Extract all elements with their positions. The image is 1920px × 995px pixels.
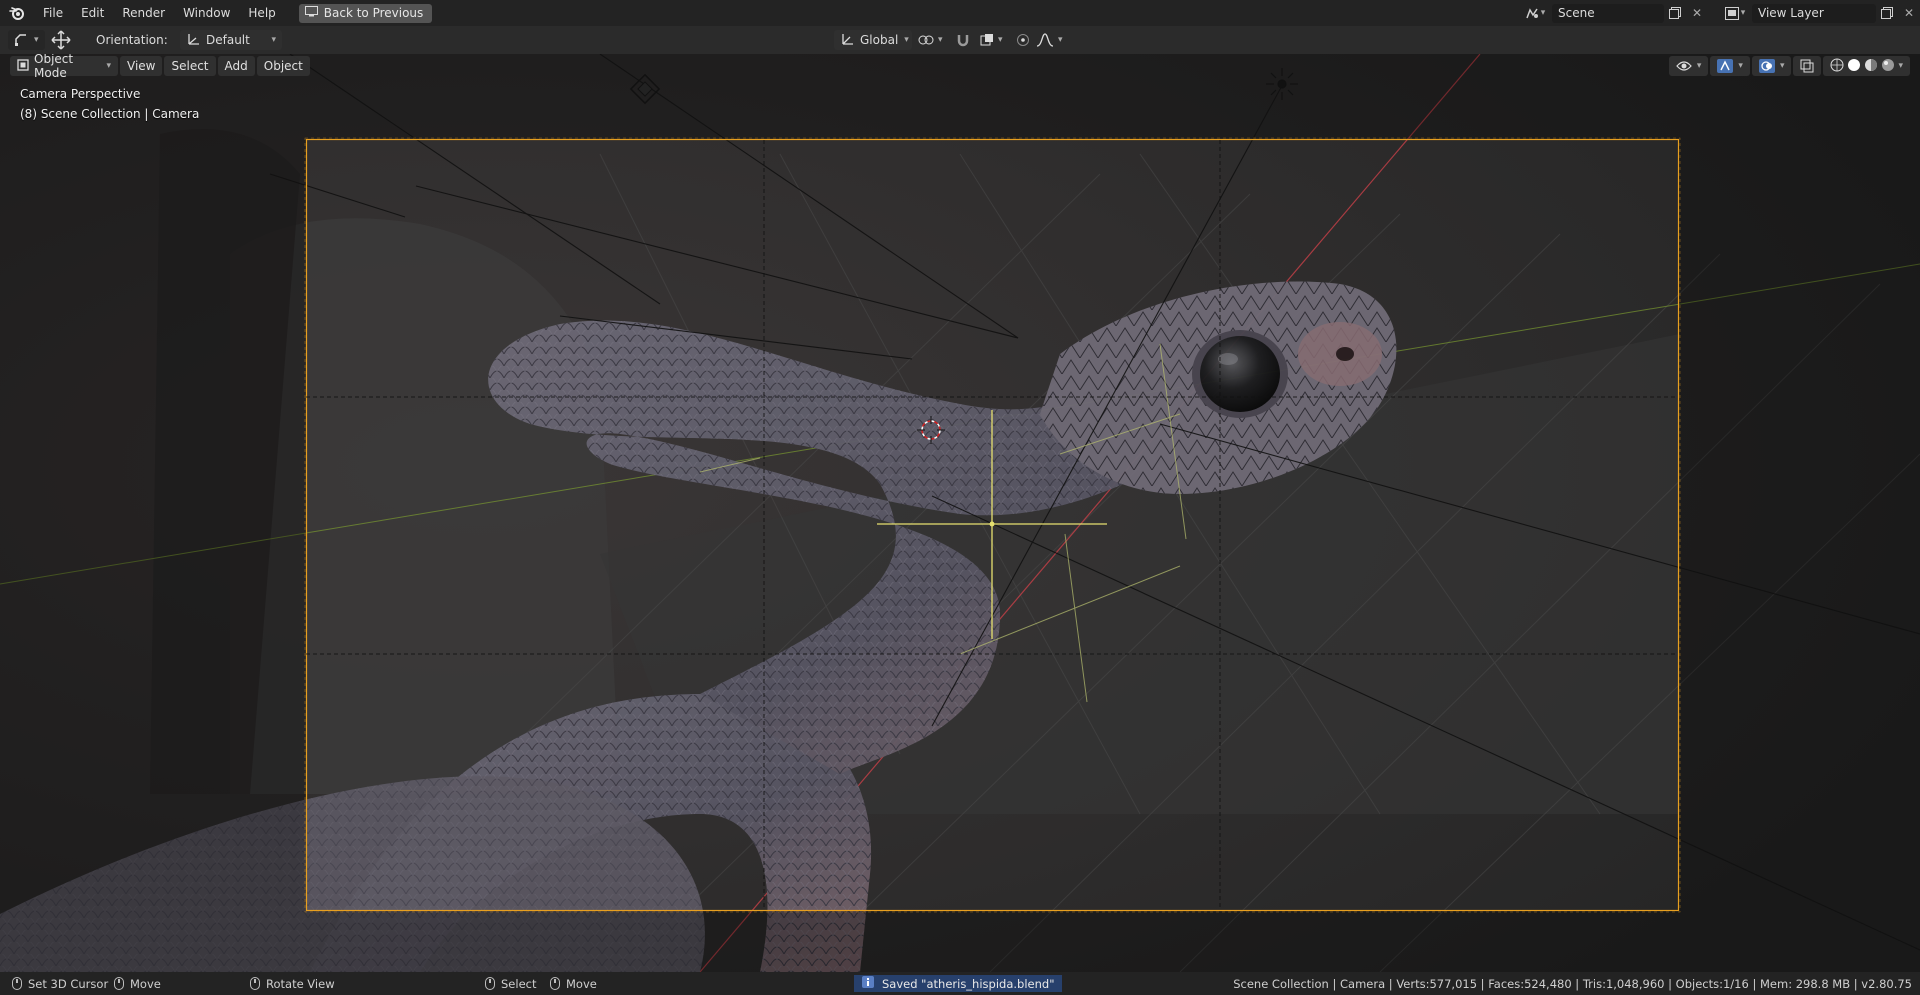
snap-element-icon[interactable]: ▾ — [980, 30, 1003, 50]
transform-orientation-dropdown[interactable]: Global ▾ — [834, 30, 912, 50]
mouse-left-icon — [485, 977, 495, 990]
object-mode-icon — [17, 58, 29, 74]
wireframe-shading-icon[interactable] — [1830, 58, 1844, 75]
snap-magnet-icon[interactable] — [956, 30, 970, 50]
mouse-middle-icon — [250, 977, 260, 990]
status-bar: Set 3D Cursor Move Rotate View Select Mo… — [0, 972, 1920, 995]
saved-report[interactable]: Saved "atheris_hispida.blend" — [854, 975, 1063, 992]
view-layer-field[interactable]: View Layer — [1752, 3, 1876, 23]
scene-name: Scene — [1558, 6, 1595, 20]
object-mode-dropdown[interactable]: Object Mode ▾ — [10, 54, 118, 80]
menu-window[interactable]: Window — [174, 0, 239, 26]
orientation-value: Default — [206, 33, 250, 47]
3d-viewport[interactable]: Object Mode ▾ View Select Add Object ▾ ▾… — [0, 54, 1920, 972]
hint-label: Select — [501, 976, 537, 991]
mouse-middle-icon — [114, 977, 124, 990]
tool-select-dropdown[interactable]: ▾ — [8, 30, 45, 50]
move-tool-icon[interactable] — [50, 30, 72, 50]
solid-shading-icon[interactable] — [1847, 58, 1861, 75]
shading-mode-buttons[interactable]: ▾ — [1823, 56, 1910, 76]
pivot-point-icon[interactable]: ▾ — [918, 30, 943, 50]
view-layer-browse-icon[interactable]: ▾ — [1718, 3, 1752, 23]
object-mode-label: Object Mode — [34, 54, 74, 80]
menu-edit[interactable]: Edit — [72, 0, 113, 26]
hint-label: Set 3D Cursor — [28, 976, 109, 991]
rendered-shading-icon[interactable] — [1881, 58, 1895, 75]
menu-help[interactable]: Help — [239, 0, 284, 26]
blender-logo-icon[interactable] — [0, 0, 34, 26]
scene-browse-icon[interactable]: ▾ — [1518, 3, 1552, 23]
orientation-dropdown[interactable]: Default ▾ — [180, 30, 282, 50]
mouse-left-icon — [12, 977, 22, 990]
hint-label: Move — [130, 976, 161, 991]
viewport-menu-object[interactable]: Object — [256, 56, 310, 76]
remove-scene-close-icon[interactable]: ✕ — [1686, 3, 1708, 23]
proportional-edit-icon[interactable] — [1016, 30, 1030, 50]
new-scene-icon[interactable] — [1664, 3, 1686, 23]
viewport-scene-canvas[interactable] — [0, 54, 1920, 972]
hint-set-3d-cursor: Set 3D Cursor — [12, 975, 108, 992]
collection-info-text: (8) Scene Collection | Camera — [20, 107, 200, 121]
visibility-eye-icon[interactable]: ▾ — [1668, 56, 1709, 76]
hint-label: Move — [566, 976, 597, 991]
remove-view-layer-close-icon[interactable]: ✕ — [1898, 3, 1920, 23]
falloff-curve-icon[interactable]: ▾ — [1036, 30, 1063, 50]
hint-move: Move — [114, 975, 161, 992]
info-icon — [862, 976, 874, 991]
scene-viewlayer-selectors: ▾ Scene ✕ ▾ View Layer ✕ — [1518, 0, 1920, 26]
hint-rotate-view: Rotate View — [250, 975, 335, 992]
gizmo-toggle-icon[interactable]: ▾ — [1710, 56, 1750, 76]
hint-label: Rotate View — [266, 976, 335, 991]
view-name-text: Camera Perspective — [20, 87, 141, 101]
hint-select: Select — [485, 975, 536, 992]
menu-file[interactable]: File — [34, 0, 72, 26]
viewport-menu-add[interactable]: Add — [217, 56, 255, 76]
screen-icon — [304, 6, 318, 20]
material-shading-icon[interactable] — [1864, 58, 1878, 75]
orientation-label: Orientation: — [96, 33, 168, 47]
viewport-header-left: Object Mode ▾ View Select Add Object — [10, 54, 312, 80]
back-to-previous-label: Back to Previous — [323, 6, 424, 20]
viewport-menu-select[interactable]: Select — [164, 56, 216, 76]
tool-settings-bar: ▾ Orientation: Default ▾ Global ▾ ▾ ▾ ▾ — [0, 26, 1920, 54]
hint-move-2: Move — [550, 975, 597, 992]
transform-orientation-value: Global — [860, 33, 899, 47]
saved-message: Saved "atheris_hispida.blend" — [882, 976, 1055, 991]
view-layer-name: View Layer — [1758, 6, 1824, 20]
viewport-header-right: ▾ ▾ ▾ ▾ — [1668, 54, 1912, 78]
xray-toggle-icon[interactable] — [1793, 56, 1822, 76]
new-view-layer-icon[interactable] — [1876, 3, 1898, 23]
viewport-menu-view[interactable]: View — [120, 56, 163, 76]
scene-name-field[interactable]: Scene — [1552, 3, 1664, 23]
scene-statistics: Scene Collection | Camera | Verts:577,01… — [1233, 976, 1912, 991]
global-axis-icon — [840, 32, 854, 49]
transform-tool-icon: ▾ — [8, 30, 45, 50]
menu-render[interactable]: Render — [113, 0, 174, 26]
top-menu-bar: File Edit Render Window Help Back to Pre… — [0, 0, 1920, 26]
orientation-axis-icon — [186, 32, 200, 49]
mouse-left-icon — [550, 977, 560, 990]
overlays-toggle-icon[interactable]: ▾ — [1751, 56, 1792, 76]
back-to-previous-button[interactable]: Back to Previous — [298, 3, 433, 23]
